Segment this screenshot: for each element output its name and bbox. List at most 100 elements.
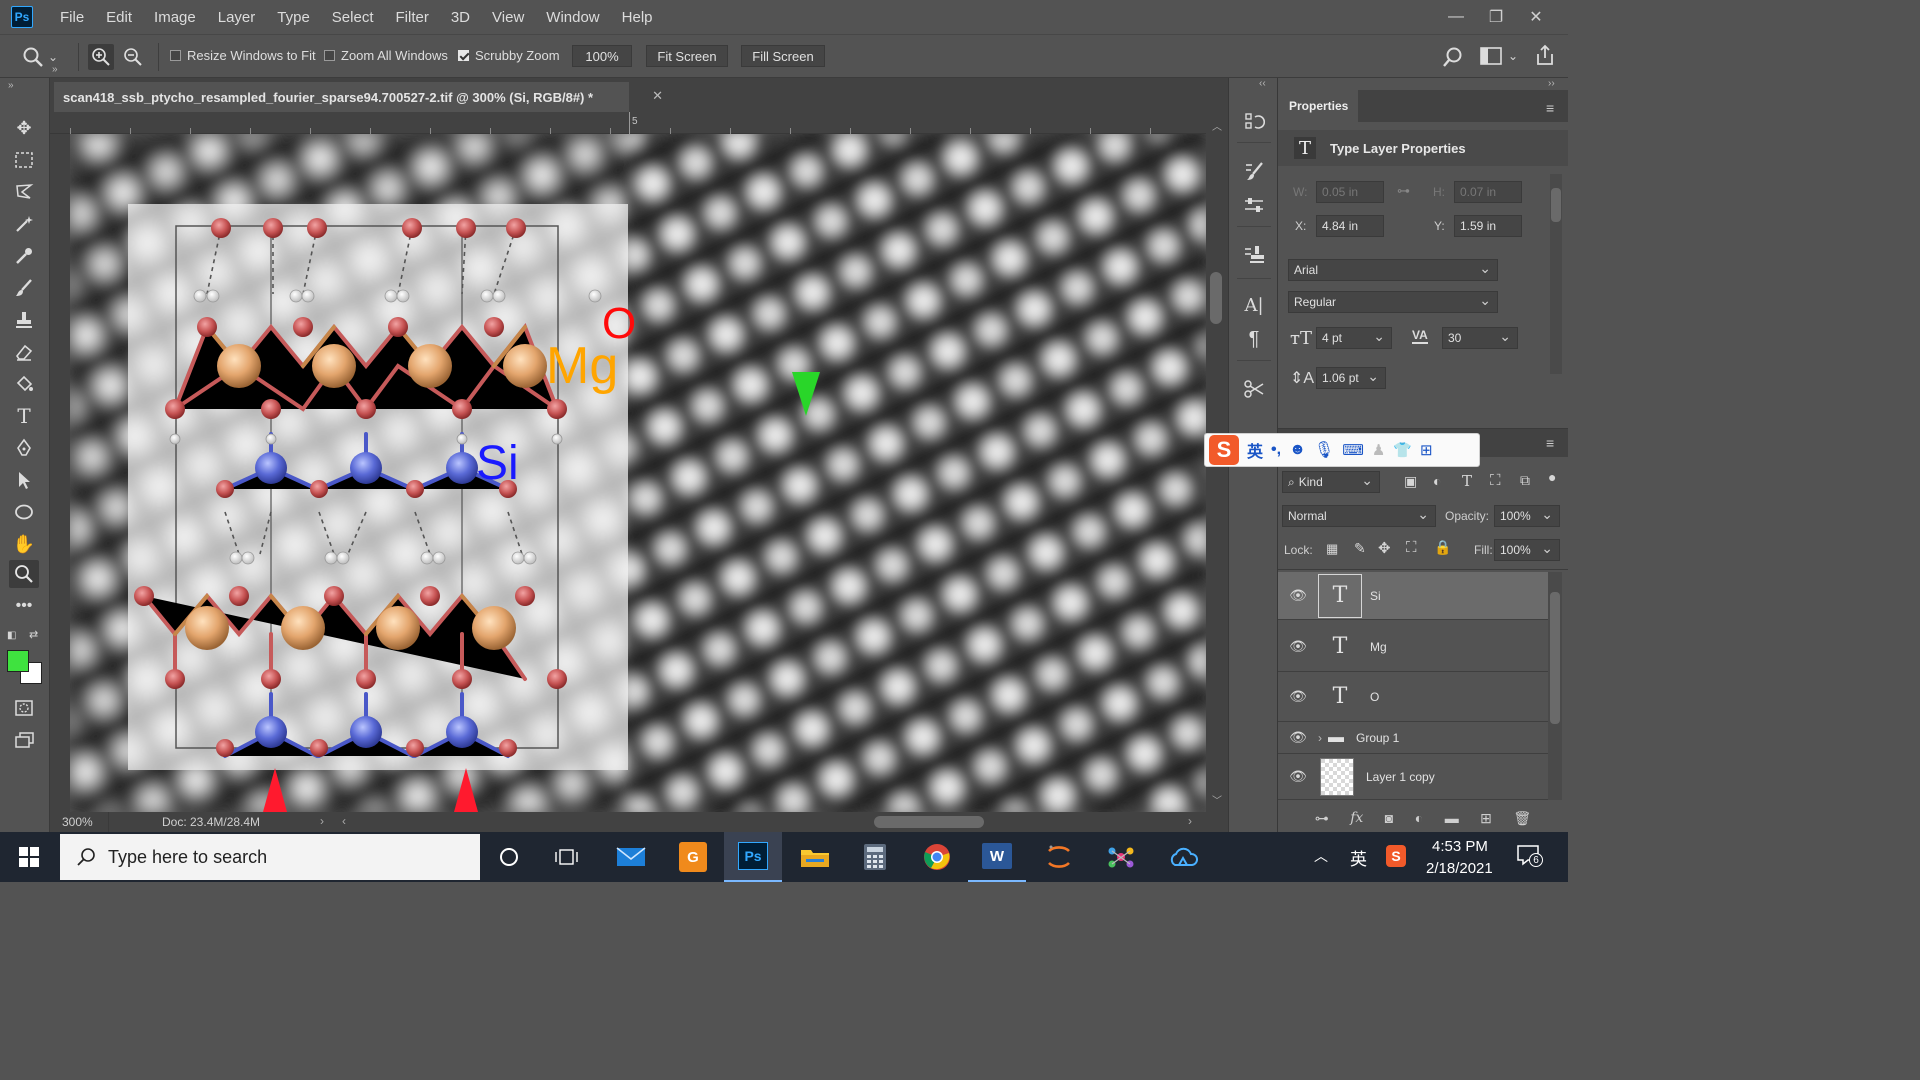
checkbox-box-checked[interactable] [458, 50, 469, 61]
skin-icon[interactable]: 👕 [1393, 441, 1412, 459]
layer-row-mg[interactable]: 👁 T Mg [1278, 622, 1548, 672]
ellipse-tool-icon[interactable] [9, 498, 39, 526]
cloud-app-icon[interactable] [1154, 832, 1212, 882]
filter-adjustment-icon[interactable]: ◐ [1433, 473, 1441, 489]
marquee-tool-icon[interactable] [9, 146, 39, 174]
lock-transparent-icon[interactable]: ▦ [1326, 541, 1338, 557]
close-tab-icon[interactable]: ✕ [652, 88, 663, 104]
image-canvas[interactable]: O Mg Si [70, 134, 1206, 812]
restore-button[interactable]: ❐ [1476, 7, 1516, 27]
lock-artboard-icon[interactable]: ⛶ [1406, 539, 1417, 556]
close-window-button[interactable]: ✕ [1516, 7, 1556, 27]
sogou-ime-icon[interactable]: S [1209, 435, 1239, 465]
type-tool-icon[interactable]: T [9, 402, 39, 430]
cortana-icon[interactable] [480, 832, 538, 882]
sogou-tray-icon[interactable]: S [1386, 845, 1406, 867]
collapse-strip-icon[interactable]: ‹‹ [1259, 78, 1266, 89]
filter-type-icon[interactable]: T [1462, 472, 1472, 490]
lock-position-icon[interactable]: ✥ [1378, 539, 1391, 557]
new-layer-icon[interactable]: ⊞ [1480, 810, 1492, 827]
menu-file[interactable]: File [49, 9, 95, 26]
layers-scrollbar[interactable] [1548, 572, 1562, 800]
expand-group-chevron-icon[interactable]: › [1318, 731, 1322, 745]
layer-row-layer-1-copy[interactable]: 👁 Layer 1 copy [1278, 754, 1548, 800]
fill-screen-button[interactable]: Fill Screen [741, 45, 825, 67]
screen-mode-icon[interactable] [9, 726, 39, 754]
menu-3d[interactable]: 3D [440, 9, 481, 26]
clone-source-icon[interactable] [1241, 242, 1267, 268]
default-colors-icon[interactable]: ◧ [7, 630, 16, 641]
menu-image[interactable]: Image [143, 9, 207, 26]
horizontal-scrollbar-thumb[interactable] [874, 816, 984, 828]
mail-icon[interactable] [602, 832, 660, 882]
layer-row-o[interactable]: 👁 T O [1278, 672, 1548, 722]
menu-type[interactable]: Type [266, 9, 321, 26]
user-icon[interactable]: ♟ [1372, 441, 1385, 459]
menu-window[interactable]: Window [535, 9, 610, 26]
notification-center-icon[interactable]: 6 [1516, 844, 1543, 867]
zoom-tool-active-icon[interactable] [9, 560, 39, 588]
fit-screen-button[interactable]: Fit Screen [646, 45, 728, 67]
tracking-select[interactable]: 30 [1442, 327, 1518, 349]
tool-preset-picker[interactable]: ⌄ [22, 44, 66, 70]
collapse-panels-icon[interactable]: » [52, 64, 58, 75]
eye-visibility-icon[interactable]: 👁 [1278, 587, 1318, 604]
menu-help[interactable]: Help [611, 9, 664, 26]
minimize-button[interactable]: — [1436, 8, 1476, 26]
panel-menu-icon[interactable]: ≡ [1546, 100, 1554, 116]
menu-select[interactable]: Select [321, 9, 385, 26]
resize-windows-checkbox[interactable]: Resize Windows to Fit [170, 48, 316, 63]
checkbox-box[interactable] [324, 50, 335, 61]
opacity-field[interactable]: 100% [1494, 505, 1560, 527]
pdf-app-icon[interactable]: G [664, 832, 722, 882]
scroll-right-icon[interactable]: › [1188, 814, 1192, 828]
zoom-in-button[interactable] [88, 44, 114, 70]
calculator-icon[interactable] [846, 832, 904, 882]
width-field[interactable]: 0.05 in [1316, 181, 1384, 203]
menu-filter[interactable]: Filter [385, 9, 440, 26]
photoshop-taskbar-icon[interactable]: Ps [724, 832, 782, 882]
quick-mask-icon[interactable] [9, 694, 39, 722]
emoji-icon[interactable]: ☻ [1289, 441, 1306, 459]
link-layers-icon[interactable]: ⊶ [1315, 810, 1329, 827]
scroll-left-icon[interactable]: ‹ [342, 814, 346, 828]
lasso-tool-icon[interactable] [9, 178, 39, 206]
eye-visibility-icon[interactable]: 👁 [1278, 688, 1318, 705]
input-language-indicator[interactable]: 英 [1350, 845, 1367, 870]
x-position-field[interactable]: 4.84 in [1316, 215, 1384, 237]
scrollbar-thumb[interactable] [1210, 272, 1222, 324]
collapse-dock-icon[interactable]: ›› [1548, 78, 1555, 89]
collapse-toolbar-icon[interactable]: » [8, 80, 14, 91]
zoom-level-status[interactable]: 300% [62, 815, 93, 829]
new-group-icon[interactable]: ▬ [1445, 810, 1459, 826]
zoom-out-button[interactable] [120, 44, 146, 70]
y-position-field[interactable]: 1.59 in [1454, 215, 1522, 237]
eyedropper-tool-icon[interactable] [9, 242, 39, 270]
chrome-icon[interactable] [908, 832, 966, 882]
menu-layer[interactable]: Layer [207, 9, 267, 26]
lock-all-icon[interactable]: 🔒 [1434, 539, 1451, 556]
font-family-select[interactable]: Arial [1288, 259, 1498, 281]
zoom-all-windows-checkbox[interactable]: Zoom All Windows [324, 48, 448, 63]
more-tools-icon[interactable]: ••• [9, 592, 39, 620]
windows-start-icon[interactable] [0, 832, 58, 882]
filter-pixel-icon[interactable]: ▣ [1404, 473, 1417, 490]
task-view-icon[interactable] [538, 832, 596, 882]
clock-date[interactable]: 2/18/2021 [1426, 860, 1493, 877]
show-hidden-icons-chevron-icon[interactable]: ︿ [1314, 846, 1328, 866]
word-icon[interactable]: W [968, 832, 1026, 882]
menu-view[interactable]: View [481, 9, 535, 26]
ime-mode-toggle[interactable]: 英 [1247, 438, 1263, 462]
eraser-tool-icon[interactable] [9, 338, 39, 366]
move-tool-icon[interactable]: ✥ [9, 114, 39, 142]
status-menu-chevron-icon[interactable]: › [320, 814, 324, 828]
layers-panel-menu-icon[interactable]: ≡ [1546, 435, 1554, 451]
scrubby-zoom-checkbox[interactable]: Scrubby Zoom [458, 48, 560, 63]
photoshop-logo-icon[interactable]: Ps [11, 6, 33, 28]
link-icon[interactable]: ⊶ [1397, 183, 1410, 199]
hand-tool-icon[interactable]: ✋ [9, 530, 39, 558]
pen-tool-icon[interactable] [9, 434, 39, 462]
eye-visibility-icon[interactable]: 👁 [1278, 768, 1318, 785]
layer-row-si[interactable]: 👁 T Si [1278, 572, 1548, 620]
filter-toggle-icon[interactable]: ● [1548, 469, 1556, 485]
